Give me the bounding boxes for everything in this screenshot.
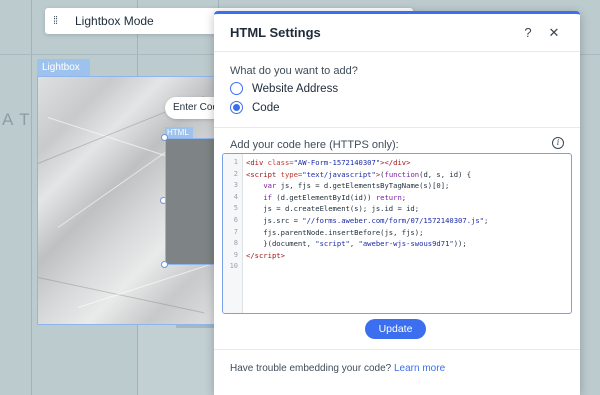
line-number: 10 <box>229 262 238 271</box>
code-line: js.src = "//forms.aweber.com/form/07/157… <box>246 215 489 225</box>
panel-title: HTML Settings <box>230 25 321 40</box>
divider <box>214 349 580 350</box>
learn-more-link[interactable]: Learn more <box>394 363 445 374</box>
code-line: fjs.parentNode.insertBefore(js, fjs); <box>246 227 424 237</box>
update-button[interactable]: Update <box>365 319 426 339</box>
code-line: </script> <box>246 250 285 260</box>
html-embed-element[interactable] <box>165 138 215 265</box>
resize-handle[interactable] <box>161 261 168 268</box>
radio-label: Website Address <box>252 82 339 95</box>
marble-vein <box>77 263 212 308</box>
help-icon[interactable]: ? <box>518 23 538 43</box>
radio-code[interactable]: Code <box>230 101 280 114</box>
html-element-tag[interactable]: HTML <box>165 127 193 138</box>
info-icon[interactable]: i <box>552 137 564 149</box>
line-number-gutter: 1 2 3 4 5 6 7 8 9 10 <box>223 154 243 313</box>
grid-line <box>31 0 32 395</box>
code-editor[interactable]: 1 2 3 4 5 6 7 8 9 10 <div class="AW-Form-15721403… <box>222 153 572 314</box>
line-number: 7 <box>233 227 238 236</box>
line-number: 1 <box>233 158 238 166</box>
line-number: 2 <box>233 169 238 178</box>
radio-label: Code <box>252 101 280 114</box>
line-number: 9 <box>233 250 238 259</box>
code-line: js = d.createElement(s); js.id = id; <box>246 204 420 214</box>
code-line: var js, fjs = d.getElementsByTagName(s)[… <box>263 181 450 191</box>
mode-bar-title: Lightbox Mode <box>75 14 154 28</box>
footer-help: Have trouble embedding your code? Learn … <box>230 363 445 374</box>
drag-handle-icon[interactable]: ⁞⁞ <box>53 15 73 27</box>
code-field-label: Add your code here (HTTPS only): <box>230 139 399 151</box>
radio-button[interactable] <box>230 82 243 95</box>
close-icon[interactable]: ✕ <box>544 23 564 43</box>
line-number: 3 <box>233 181 238 190</box>
panel-header: HTML Settings ? ✕ <box>214 14 580 52</box>
radio-button[interactable] <box>230 101 243 114</box>
resize-handle[interactable] <box>161 134 168 141</box>
footer-text: Have trouble embedding your code? <box>230 363 392 374</box>
add-type-question: What do you want to add? <box>230 65 358 77</box>
lightbox-tag[interactable]: Lightbox <box>37 59 90 76</box>
marble-vein <box>38 277 205 314</box>
code-line: <div class="AW-Form-1572140307"></div> <box>246 158 411 167</box>
code-line: if (d.getElementById(id)) return; <box>263 192 407 202</box>
divider <box>214 127 580 128</box>
line-number: 8 <box>233 239 238 248</box>
code-line: }(document, "script", "aweber-wjs-swous9… <box>246 239 467 249</box>
html-settings-panel: HTML Settings ? ✕ What do you want to ad… <box>214 11 580 395</box>
code-line: <script type="text/javascript">(function… <box>246 169 472 179</box>
code-text-area[interactable]: <div class="AW-Form-1572140307"></div> <… <box>243 154 571 313</box>
line-number: 4 <box>233 192 238 201</box>
radio-website-address[interactable]: Website Address <box>230 82 338 95</box>
line-number: 5 <box>233 204 238 213</box>
line-number: 6 <box>233 215 238 224</box>
